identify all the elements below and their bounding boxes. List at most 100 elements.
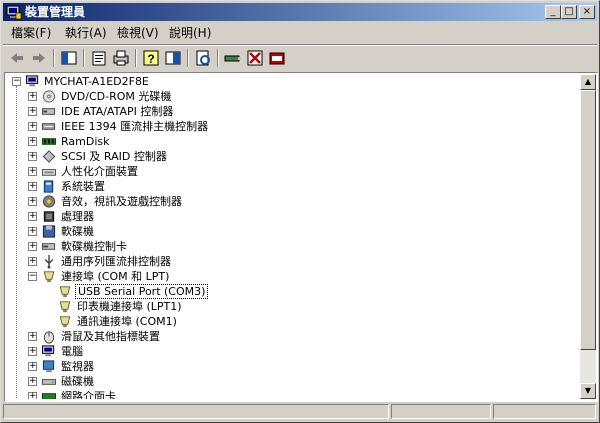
- close-button[interactable]: ×: [579, 5, 595, 19]
- toolbar-separator: [53, 49, 55, 67]
- tree-item-label: USB Serial Port (COM3): [75, 284, 209, 299]
- tree-root-computer[interactable]: − MYCHAT-A1ED2F8E: [6, 74, 576, 89]
- tree-item-label: DVD/CD-ROM 光碟機: [61, 90, 172, 103]
- tree-item[interactable]: + IDE ATA/ATAPI 控制器: [6, 104, 576, 119]
- status-bar: [3, 403, 597, 420]
- expand-toggle[interactable]: +: [28, 332, 37, 341]
- scroll-down-button[interactable]: ▼: [580, 383, 596, 399]
- device-manager-icon: [6, 5, 22, 20]
- expand-toggle[interactable]: +: [28, 122, 37, 131]
- expand-toggle[interactable]: +: [28, 227, 37, 236]
- tree-item-label: IDE ATA/ATAPI 控制器: [61, 105, 174, 118]
- toolbar-separator: [187, 49, 189, 67]
- print-icon[interactable]: [111, 48, 131, 68]
- device-manager-window: 裝置管理員 _ □ × 檔案(F) 執行(A) 檢視(V) 說明(H) ? − M…: [0, 0, 600, 423]
- toolbar-separator: [135, 49, 137, 67]
- sound-icon: [42, 195, 56, 208]
- maximize-button[interactable]: □: [561, 5, 577, 19]
- help-icon[interactable]: ?: [141, 48, 161, 68]
- help-topics-icon[interactable]: [163, 48, 183, 68]
- menu-file[interactable]: 檔案(F): [11, 26, 51, 40]
- mouse-icon: [43, 331, 55, 344]
- expand-toggle[interactable]: +: [28, 377, 37, 386]
- tree-item[interactable]: + 處理器: [6, 209, 576, 224]
- menu-bar: 檔案(F) 執行(A) 檢視(V) 說明(H): [3, 23, 597, 43]
- tree-child-item[interactable]: 通訊連接埠 (COM1): [6, 314, 576, 329]
- expand-toggle[interactable]: +: [28, 257, 37, 266]
- expand-toggle[interactable]: +: [28, 167, 37, 176]
- vertical-scrollbar[interactable]: ▲ ▼: [580, 74, 596, 399]
- scroll-thumb[interactable]: [580, 90, 596, 350]
- tree-item[interactable]: + IEEE 1394 匯流排主機控制器: [6, 119, 576, 134]
- tree-item[interactable]: + 電腦: [6, 344, 576, 359]
- expand-toggle[interactable]: +: [28, 347, 37, 356]
- device-tree[interactable]: − MYCHAT-A1ED2F8E + DVD/CD-ROM 光碟機 + IDE ATA/…: [6, 74, 579, 399]
- tree-item-label: RamDisk: [61, 135, 110, 148]
- properties-icon[interactable]: [89, 48, 109, 68]
- tree-item-label: 電腦: [61, 345, 83, 358]
- title-bar[interactable]: 裝置管理員 _ □ ×: [3, 3, 597, 21]
- toolbar-separator: [83, 49, 85, 67]
- status-pane-main: [3, 404, 389, 419]
- update-driver-icon[interactable]: [223, 48, 243, 68]
- back-arrow-icon[interactable]: [7, 48, 27, 68]
- collapse-toggle[interactable]: −: [28, 272, 37, 281]
- usb-icon: [44, 254, 54, 269]
- tree-item[interactable]: − 連接埠 (COM 和 LPT): [6, 269, 576, 284]
- menu-view[interactable]: 檢視(V): [117, 26, 159, 40]
- tree-item-label: 連接埠 (COM 和 LPT): [61, 270, 170, 283]
- tree-item-label: IEEE 1394 匯流排主機控制器: [61, 120, 209, 133]
- port-icon: [59, 301, 71, 313]
- expand-toggle[interactable]: +: [28, 137, 37, 146]
- expand-toggle[interactable]: +: [28, 197, 37, 206]
- computer-icon: [25, 75, 39, 87]
- tree-item[interactable]: + 磁碟機: [6, 374, 576, 389]
- tree-item[interactable]: + 軟碟機: [6, 224, 576, 239]
- tree-item-selected[interactable]: USB Serial Port (COM3): [6, 284, 576, 299]
- expand-toggle[interactable]: +: [28, 362, 37, 371]
- tree-item-label: 軟碟機: [61, 225, 94, 238]
- minimize-button[interactable]: _: [545, 5, 561, 19]
- expand-toggle[interactable]: +: [28, 392, 37, 399]
- tree-item[interactable]: + RamDisk: [6, 134, 576, 149]
- tree-child-item[interactable]: 印表機連接埠 (LPT1): [6, 299, 576, 314]
- uninstall-device-icon[interactable]: [267, 48, 287, 68]
- expand-toggle[interactable]: +: [28, 212, 37, 221]
- collapse-toggle[interactable]: −: [12, 77, 21, 86]
- tree-item-label: SCSI 及 RAID 控制器: [61, 150, 167, 163]
- menu-help[interactable]: 說明(H): [169, 26, 211, 40]
- expand-toggle[interactable]: +: [28, 242, 37, 251]
- tree-item-label: 音效，視訊及遊戲控制器: [61, 195, 182, 208]
- scroll-up-button[interactable]: ▲: [580, 74, 596, 90]
- toolbar: ?: [3, 46, 597, 70]
- tree-item[interactable]: + 監視器: [6, 359, 576, 374]
- tree-item-label: 通訊連接埠 (COM1): [77, 315, 177, 328]
- show-hide-tree-icon[interactable]: [59, 48, 79, 68]
- tree-item-label: 系統裝置: [61, 180, 105, 193]
- tree-item[interactable]: + 人性化介面裝置: [6, 164, 576, 179]
- floppy-drive-icon: [42, 225, 56, 238]
- tree-item[interactable]: + 滑鼠及其他指標裝置: [6, 329, 576, 344]
- tree-item[interactable]: + 網路介面卡: [6, 389, 576, 399]
- tree-item[interactable]: + 系統裝置: [6, 179, 576, 194]
- tree-item[interactable]: + 軟碟機控制卡: [6, 239, 576, 254]
- expand-toggle[interactable]: +: [28, 152, 37, 161]
- status-pane-3: [493, 404, 596, 419]
- tree-item[interactable]: + 通用序列匯流排控制器: [6, 254, 576, 269]
- tree-item-label: 人性化介面裝置: [61, 165, 138, 178]
- scan-hardware-icon[interactable]: [193, 48, 213, 68]
- tree-item[interactable]: + 音效，視訊及遊戲控制器: [6, 194, 576, 209]
- expand-toggle[interactable]: +: [28, 107, 37, 116]
- firewire-icon: [41, 123, 56, 130]
- menu-action[interactable]: 執行(A): [65, 26, 107, 40]
- toolbar-separator: [217, 49, 219, 67]
- tree-item-label: 通用序列匯流排控制器: [61, 255, 171, 268]
- network-adapter-icon: [41, 393, 57, 399]
- forward-arrow-icon[interactable]: [29, 48, 49, 68]
- expand-toggle[interactable]: +: [28, 182, 37, 191]
- expand-toggle[interactable]: +: [28, 92, 37, 101]
- tree-item[interactable]: + DVD/CD-ROM 光碟機: [6, 89, 576, 104]
- tree-item[interactable]: + SCSI 及 RAID 控制器: [6, 149, 576, 164]
- disable-device-icon[interactable]: [245, 48, 265, 68]
- processor-icon: [43, 211, 55, 222]
